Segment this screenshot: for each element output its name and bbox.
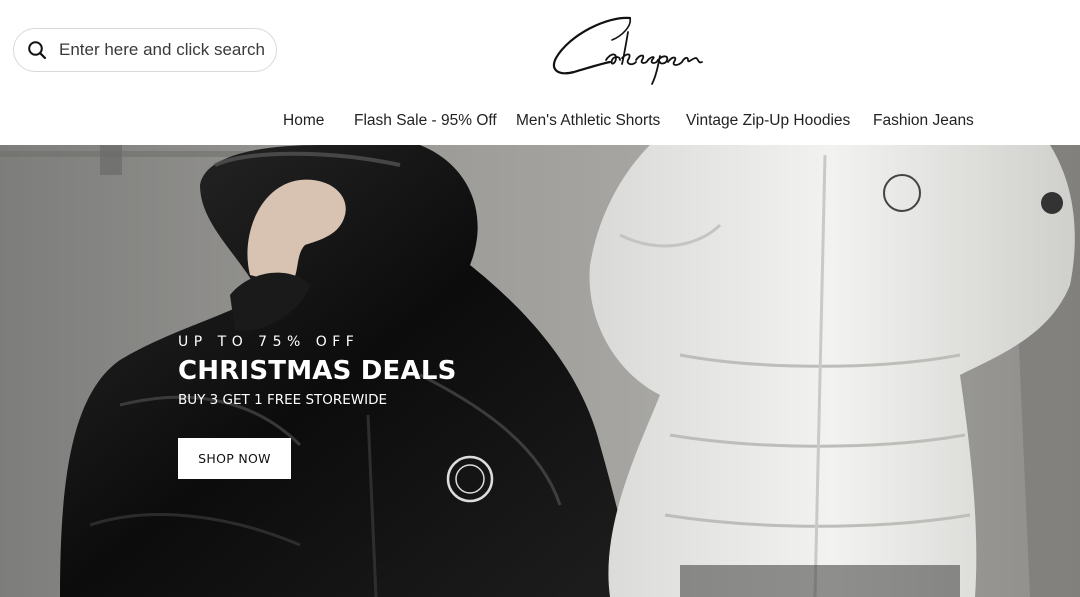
site-header: Home Flash Sale - 95% Off Men's Athletic… [0, 0, 1080, 145]
nav-item-mens-athletic-shorts[interactable]: Men's Athletic Shorts [516, 112, 660, 130]
main-nav: Home Flash Sale - 95% Off Men's Athletic… [0, 112, 1080, 134]
hero-text-block: UP TO 75% OFF CHRISTMAS DEALS BUY 3 GET … [178, 334, 457, 408]
search-icon[interactable] [27, 40, 47, 60]
hero-image [0, 145, 1080, 597]
hero-eyebrow: UP TO 75% OFF [178, 334, 360, 350]
nav-item-vintage-zip-up-hoodies[interactable]: Vintage Zip-Up Hoodies [686, 112, 850, 130]
nav-item-home[interactable]: Home [283, 112, 324, 130]
search-input[interactable] [59, 40, 269, 60]
shop-now-button[interactable]: SHOP NOW [178, 438, 291, 479]
nav-item-fashion-jeans[interactable]: Fashion Jeans [873, 112, 974, 130]
site-logo[interactable] [548, 10, 708, 90]
page: Home Flash Sale - 95% Off Men's Athletic… [0, 0, 1080, 597]
search-bar[interactable] [13, 28, 277, 72]
nav-item-flash-sale[interactable]: Flash Sale - 95% Off [354, 112, 497, 130]
hero-subtitle: BUY 3 GET 1 FREE STOREWIDE [178, 392, 388, 408]
hero-title: CHRISTMAS DEALS [178, 356, 457, 386]
hero-banner[interactable]: UP TO 75% OFF CHRISTMAS DEALS BUY 3 GET … [0, 145, 1080, 597]
